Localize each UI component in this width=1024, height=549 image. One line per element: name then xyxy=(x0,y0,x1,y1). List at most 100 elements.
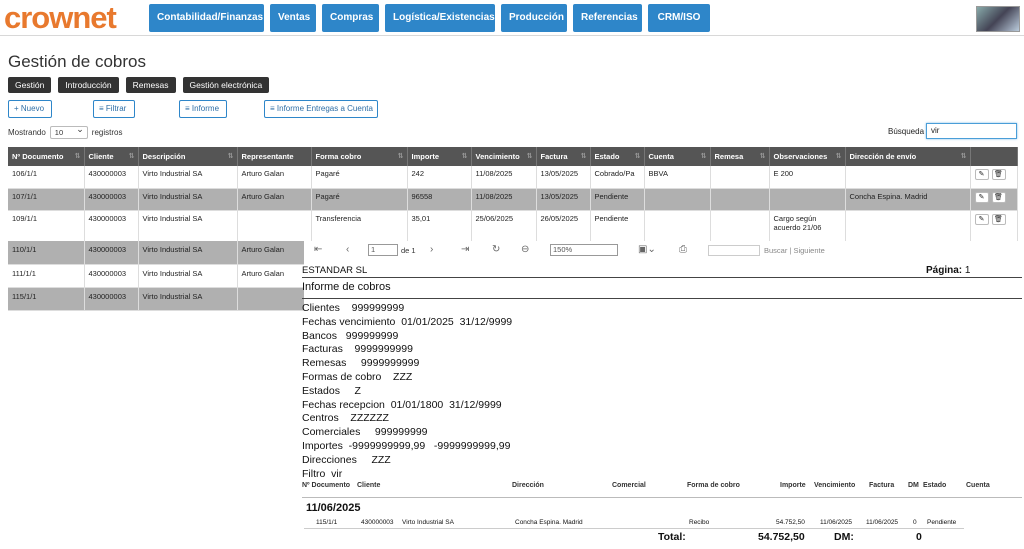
cell xyxy=(710,188,770,211)
sort-icon: ⇅ xyxy=(634,153,641,160)
refresh-icon[interactable]: ↻ xyxy=(492,244,500,255)
filter-line: Clientes 999999999 xyxy=(302,302,405,314)
table-row[interactable]: 106/1/1 430000003 Virto Industrial SA Ar… xyxy=(8,166,1018,189)
nav-crm-iso[interactable]: CRM/ISO xyxy=(648,4,710,32)
col-estado[interactable]: Estado ⇅ xyxy=(590,147,645,166)
next-page-icon[interactable]: › xyxy=(430,244,433,255)
dm-label: DM: xyxy=(834,531,854,543)
col-cliente[interactable]: Cliente ⇅ xyxy=(84,147,139,166)
first-page-icon[interactable]: ⇤ xyxy=(314,244,322,255)
find-link[interactable]: Buscar xyxy=(764,246,787,255)
back-icon[interactable]: ⊖ xyxy=(521,244,529,255)
new-button[interactable]: + Nuevo xyxy=(8,100,52,118)
cell: 430000003 xyxy=(84,210,139,242)
save-icon[interactable]: ▣⌄ xyxy=(638,244,656,255)
sort-icon: ⇅ xyxy=(128,153,135,160)
find-input[interactable] xyxy=(708,245,760,256)
tab-gestion[interactable]: Gestión xyxy=(8,77,52,93)
col-importe[interactable]: Importe ⇅ xyxy=(407,147,472,166)
cell: Virto Industrial SA xyxy=(138,188,238,211)
edit-icon[interactable]: ✎ xyxy=(974,169,989,180)
cell: 111/1/1 xyxy=(8,264,85,288)
print-icon[interactable]: ⎙ xyxy=(679,244,687,255)
cell: Virto Industrial SA xyxy=(138,287,238,311)
search-input[interactable]: vir xyxy=(926,123,1017,139)
page-size-select[interactable]: 10 xyxy=(49,124,88,139)
cell xyxy=(769,188,846,211)
nav-contabilidad[interactable]: Contabilidad/Finanzas xyxy=(149,4,264,32)
cell xyxy=(710,166,770,189)
col-remesa[interactable]: Remesa ⇅ xyxy=(710,147,770,166)
edit-icon[interactable]: ✎ xyxy=(974,213,989,225)
col-forma-cobro[interactable]: Forma cobro ⇅ xyxy=(311,147,408,166)
col-cuenta[interactable]: Cuenta ⇅ xyxy=(644,147,711,166)
dm-value: 0 xyxy=(916,531,922,543)
filter-line: Centros ZZZZZZ xyxy=(302,412,389,425)
detail-cell: 11/06/2025 xyxy=(820,519,853,526)
detail-cell: 11/06/2025 xyxy=(866,519,899,526)
col-representante[interactable]: Representante xyxy=(237,147,312,166)
table-row[interactable]: 110/1/1 430000003 Virto Industrial SA Ar… xyxy=(8,241,305,265)
report-totals: Total: 54.752,50 DM: 0 xyxy=(302,531,1022,545)
page-title: Gestión de cobros xyxy=(8,52,146,71)
report-button[interactable]: ≡ Informe xyxy=(179,100,227,118)
company-avatar[interactable] xyxy=(976,6,1020,32)
tab-introduccion[interactable]: Introducción xyxy=(58,77,119,93)
detail-cell: Pendiente xyxy=(927,519,957,526)
col-direccion-envio[interactable]: Dirección de envío ⇅ xyxy=(845,147,971,166)
last-page-icon[interactable]: ⇥ xyxy=(461,244,469,255)
tab-remesas[interactable]: Remesas xyxy=(125,77,176,93)
nav-ventas[interactable]: Ventas xyxy=(270,4,316,32)
cell: Cargo según acuerdo 21/06 xyxy=(769,210,846,242)
report-col: Comercial xyxy=(612,482,646,489)
report-column-headers: Nº Documento Cliente Dirección Comercial… xyxy=(302,482,1022,492)
filter-line: Direcciones ZZZ xyxy=(302,453,391,466)
nav-compras[interactable]: Compras xyxy=(322,4,379,32)
cell: Pagaré xyxy=(311,166,408,189)
table-row[interactable]: 115/1/1 430000003 Virto Industrial SA xyxy=(8,287,305,311)
edit-icon[interactable]: ✎ xyxy=(974,191,989,203)
sort-icon: ⇅ xyxy=(397,153,404,160)
cell: 110/1/1 xyxy=(8,241,85,265)
tab-gestion-electronica[interactable]: Gestión electrónica xyxy=(182,77,270,93)
sort-icon: ⇅ xyxy=(526,153,533,160)
cell: 25/06/2025 xyxy=(471,210,537,242)
cell: Transferencia xyxy=(311,210,408,242)
table-row[interactable]: 109/1/1 430000003 Virto Industrial SA Tr… xyxy=(8,210,1018,242)
zoom-select[interactable]: 150% xyxy=(550,244,618,256)
viewer-toolbar: ⇤ ‹ 1 de 1 › ⇥ ↻ ⊖ 150% ▣⌄ ⎙ Buscar | Si… xyxy=(304,241,1024,261)
col-observaciones[interactable]: Observaciones ⇅ xyxy=(769,147,846,166)
next-link[interactable]: Siguiente xyxy=(793,246,824,255)
detail-cell: 54.752,50 xyxy=(776,519,805,526)
cell: 115/1/1 xyxy=(8,287,85,311)
page-number-input[interactable]: 1 xyxy=(368,244,398,256)
cell: Virto Industrial SA xyxy=(138,264,238,288)
prev-page-icon[interactable]: ‹ xyxy=(346,244,349,255)
nav-logistica[interactable]: Logística/Existencias xyxy=(385,4,495,32)
cobros-table: Nº Documento ⇅ Cliente ⇅ Descripción ⇅ Repr… xyxy=(8,147,1018,242)
filter-line: Filtro vir xyxy=(302,467,343,480)
col-descripcion[interactable]: Descripción ⇅ xyxy=(138,147,238,166)
trash-icon[interactable]: 🗑 xyxy=(991,191,1006,203)
filter-button[interactable]: ≡ Filtrar xyxy=(93,100,135,118)
nav-produccion[interactable]: Producción xyxy=(501,4,567,32)
report-col: Cuenta xyxy=(966,482,990,489)
page-size-control: Mostrando 10 registros xyxy=(8,124,122,139)
brand-logo[interactable]: crownet xyxy=(4,2,117,34)
cell: 11/08/2025 xyxy=(471,188,537,211)
col-factura[interactable]: Factura ⇅ xyxy=(536,147,591,166)
sort-icon: ⇅ xyxy=(759,153,766,160)
find-links: Buscar | Siguiente xyxy=(764,246,825,255)
report-page: Página: 1 xyxy=(926,265,971,276)
cell xyxy=(710,210,770,242)
trash-icon[interactable]: 🗑 xyxy=(991,169,1006,180)
nav-referencias[interactable]: Referencias xyxy=(573,4,642,32)
table-row[interactable]: 107/1/1 430000003 Virto Industrial SA Ar… xyxy=(8,188,1018,211)
col-documento[interactable]: Nº Documento ⇅ xyxy=(8,147,85,166)
table-row[interactable]: 111/1/1 430000003 Virto Industrial SA Ar… xyxy=(8,264,305,288)
row-actions: ✎ 🗑 xyxy=(970,188,1018,211)
cell xyxy=(644,210,711,242)
col-vencimiento[interactable]: Vencimiento ⇅ xyxy=(471,147,537,166)
trash-icon[interactable]: 🗑 xyxy=(991,213,1006,225)
report-deliveries-button[interactable]: ≡ Informe Entregas a Cuenta xyxy=(264,100,378,118)
